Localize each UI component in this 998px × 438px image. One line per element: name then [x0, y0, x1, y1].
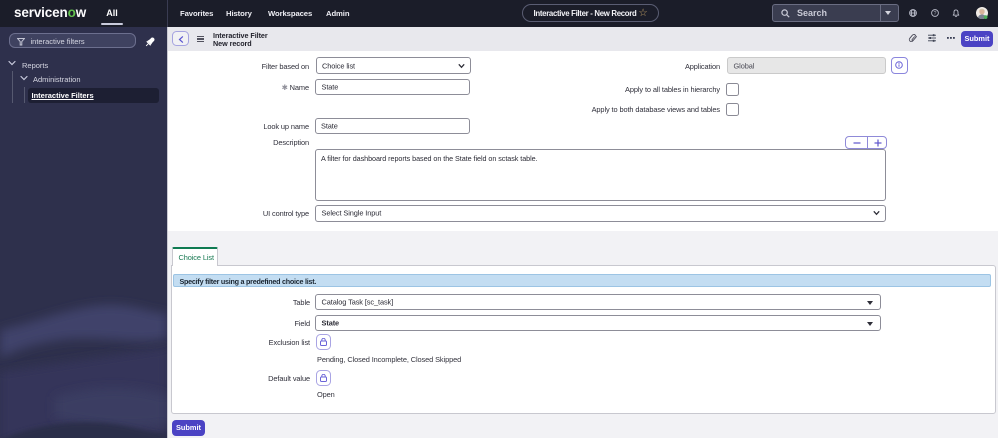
svg-text:?: ? [934, 11, 937, 17]
